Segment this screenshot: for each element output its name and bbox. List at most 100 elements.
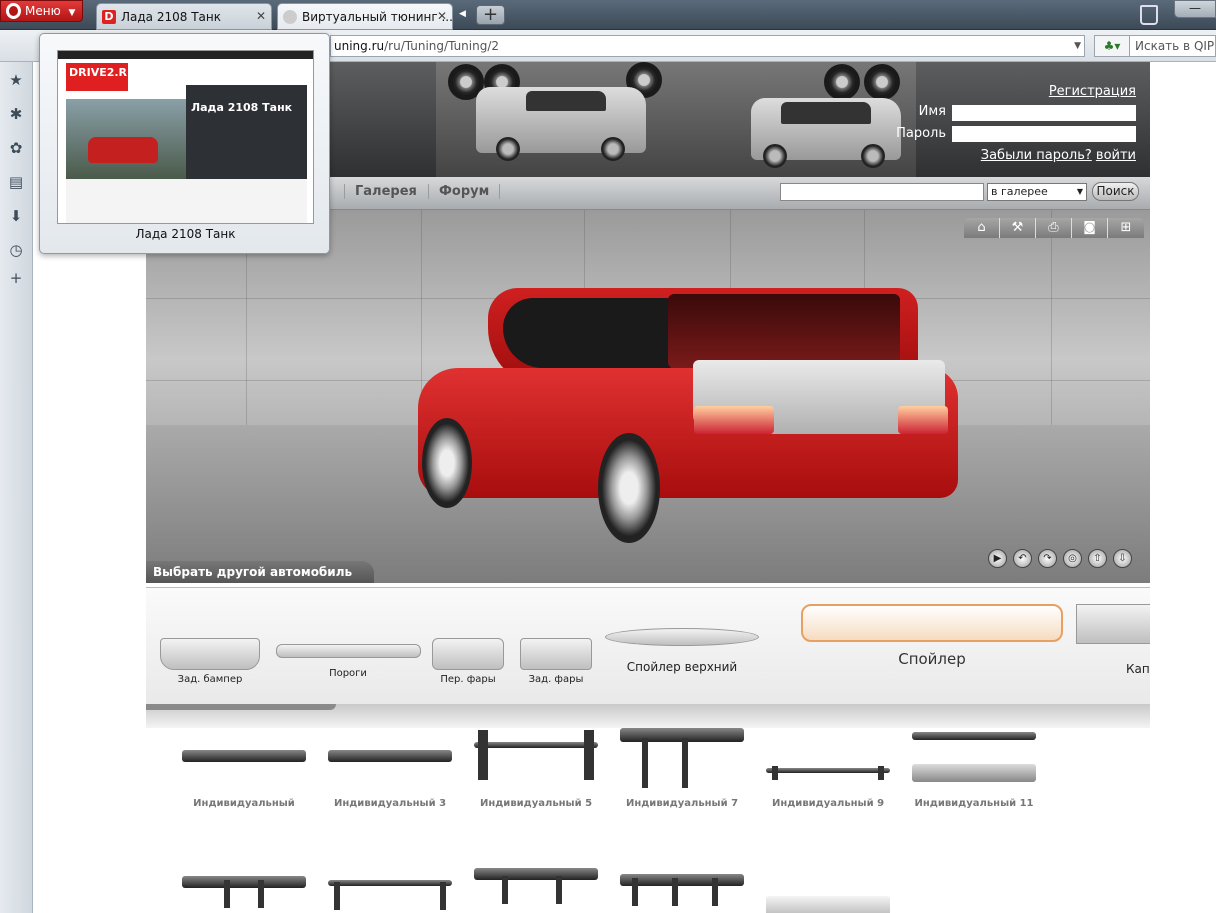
- choose-other-car-button[interactable]: Выбрать другой автомобиль: [146, 561, 375, 583]
- sitemap-icon[interactable]: ⊞: [1108, 218, 1144, 238]
- password-input[interactable]: [952, 126, 1136, 142]
- spoiler-option[interactable]: [466, 868, 606, 913]
- part-upper-spoiler[interactable]: Спойлер верхний: [604, 628, 760, 674]
- address-field[interactable]: uning.ru/ru/Tuning/Tuning/2 ▼: [330, 35, 1085, 57]
- wrench-icon[interactable]: ⚒: [1000, 218, 1036, 238]
- login-links: Забыли пароль? войти: [981, 148, 1136, 163]
- password-label: Пароль: [896, 126, 946, 141]
- search-scope-select[interactable]: в галерее ▼: [987, 183, 1087, 201]
- garage-banner-image: [436, 62, 916, 177]
- thumbnail-car-photo: [66, 99, 186, 179]
- opera-menu-button[interactable]: Меню ▼: [0, 0, 83, 22]
- opera-logo-icon: [6, 3, 21, 19]
- drive2-logo: DRIVE2.RU: [66, 63, 136, 91]
- part-label: Пер. фары: [440, 674, 496, 685]
- tab-strip: Меню ▼ D Лада 2108 Танк ✕ Виртуальный тю…: [0, 0, 1216, 30]
- spoiler-option[interactable]: Индивидуальный 5: [466, 728, 606, 809]
- tab-title: Лада 2108 Танк: [121, 10, 221, 24]
- tab-title: Виртуальный тюнинг ...: [302, 10, 453, 24]
- spoiler-option[interactable]: [758, 868, 898, 913]
- spoiler-option[interactable]: [320, 868, 460, 913]
- move-down-icon[interactable]: ⇩: [1113, 549, 1132, 568]
- drive2-favicon-icon: D: [102, 10, 116, 24]
- close-tab-icon[interactable]: ✕: [256, 9, 266, 23]
- search-button[interactable]: Поиск: [1092, 182, 1139, 201]
- forgot-password-link[interactable]: Забыли пароль?: [981, 148, 1092, 163]
- spoiler-label: Индивидуальный 3: [333, 798, 447, 809]
- bookmarks-icon[interactable]: ★: [6, 70, 26, 90]
- chevron-down-icon: ▼: [1076, 187, 1083, 196]
- play-icon[interactable]: ▶: [988, 549, 1007, 568]
- page-favicon-icon: [283, 10, 297, 24]
- snapshot-icon[interactable]: ◎: [1063, 549, 1082, 568]
- spoiler-label: Индивидуальный 11: [914, 798, 1034, 809]
- menu-label: Меню: [25, 4, 61, 18]
- tab-thumbnail[interactable]: DRIVE2.RU Лада 2108 Танк: [57, 50, 314, 224]
- spoiler-option[interactable]: Индивидуальный 7: [612, 728, 752, 809]
- tab-preview-popup: DRIVE2.RU Лада 2108 Танк Лада 2108 Танк: [39, 33, 330, 254]
- camera-icon[interactable]: ◙: [1072, 218, 1108, 238]
- trash-icon[interactable]: [1140, 5, 1158, 25]
- register-link[interactable]: Регистрация: [1049, 84, 1136, 99]
- part-spoiler-selected[interactable]: Спойлер: [796, 604, 1068, 668]
- unite-icon[interactable]: ✿: [6, 138, 26, 158]
- home-icon[interactable]: ⌂: [964, 218, 1000, 238]
- name-label: Имя: [918, 104, 946, 119]
- url-dropdown-icon[interactable]: ▼: [1074, 36, 1081, 56]
- part-label: Капо: [1126, 662, 1150, 676]
- opera-panel-sidebar: ★ ✱ ✿ ▤ ⬇ ◷ +: [0, 62, 33, 913]
- web-search-field[interactable]: Искать в QIP Se: [1130, 35, 1216, 57]
- part-label: Спойлер: [898, 650, 966, 668]
- login-link[interactable]: войти: [1096, 148, 1136, 163]
- search-engine-selector[interactable]: ♣▾: [1094, 35, 1130, 57]
- spoiler-option[interactable]: [174, 868, 314, 913]
- url-host: uning.ru: [334, 39, 385, 53]
- viewer-toolbar: ⌂ ⚒ ⎙ ◙ ⊞: [964, 218, 1144, 238]
- part-label: Пороги: [329, 668, 367, 679]
- tab-lada[interactable]: D Лада 2108 Танк ✕: [96, 3, 272, 30]
- spoiler-option[interactable]: Индивидуальный 3: [320, 728, 460, 809]
- spoiler-options-grid: Индивидуальный Индивидуальный 3 Индивиду…: [146, 728, 1150, 913]
- part-label: Зад. бампер: [177, 674, 243, 685]
- spoiler-option[interactable]: Индивидуальный 11: [904, 728, 1044, 809]
- spoiler-option[interactable]: [612, 868, 752, 913]
- preview-caption: Лада 2108 Танк: [135, 227, 236, 241]
- site-search-input[interactable]: [780, 183, 984, 201]
- close-tab-icon[interactable]: ✕: [437, 9, 447, 23]
- part-hood[interactable]: Капо: [1076, 604, 1150, 676]
- rotate-right-icon[interactable]: ↷: [1038, 549, 1057, 568]
- new-tab-button[interactable]: +: [476, 5, 505, 25]
- history-icon[interactable]: ◷: [6, 240, 26, 260]
- nav-gallery[interactable]: Галерея: [344, 184, 427, 199]
- tab-scroll-left-icon[interactable]: ◀: [459, 5, 471, 23]
- part-label: Зад. фары: [528, 674, 584, 685]
- url-path: /ru/Tuning/Tuning/2: [384, 39, 500, 53]
- spoiler-option[interactable]: Индивидуальный: [174, 728, 314, 809]
- widgets-icon[interactable]: ✱: [6, 104, 26, 124]
- parts-scroll-track[interactable]: [146, 704, 1150, 728]
- name-input[interactable]: [952, 105, 1136, 121]
- parts-carousel: Зад. бампер Пороги Пер. фары Зад. фары С…: [146, 587, 1150, 704]
- part-side-skirts[interactable]: Пороги: [274, 644, 422, 679]
- rotate-left-icon[interactable]: ↶: [1013, 549, 1032, 568]
- downloads-icon[interactable]: ⬇: [6, 206, 26, 226]
- spoiler-label: Индивидуальный 9: [771, 798, 885, 809]
- spoiler-option[interactable]: Индивидуальный 9: [758, 728, 898, 809]
- part-taillights[interactable]: Зад. фары: [518, 638, 594, 685]
- thumbnail-title: Лада 2108 Танк: [191, 101, 293, 114]
- spoiler-label: Индивидуальный: [193, 798, 295, 809]
- part-rear-bumper[interactable]: Зад. бампер: [158, 638, 262, 685]
- move-up-icon[interactable]: ⇧: [1088, 549, 1107, 568]
- add-panel-icon[interactable]: +: [6, 268, 26, 288]
- notes-icon[interactable]: ▤: [6, 172, 26, 192]
- spoiler-label: Индивидуальный 5: [479, 798, 593, 809]
- tuned-car-model: [408, 288, 958, 548]
- viewer-controls: ▶ ↶ ↷ ◎ ⇧ ⇩: [988, 549, 1132, 568]
- tab-tuning[interactable]: Виртуальный тюнинг ... ✕: [277, 3, 453, 30]
- nav-forum[interactable]: Форум: [428, 184, 501, 199]
- minimize-button[interactable]: —: [1174, 0, 1216, 18]
- tuning-3d-viewer[interactable]: ⌂ ⚒ ⎙ ◙ ⊞ ▶ ↶ ↷ ◎ ⇧ ⇩ Выбрать другой авт…: [146, 210, 1150, 583]
- print-icon[interactable]: ⎙: [1036, 218, 1072, 238]
- spoiler-label: Индивидуальный 7: [625, 798, 739, 809]
- part-headlights[interactable]: Пер. фары: [430, 638, 506, 685]
